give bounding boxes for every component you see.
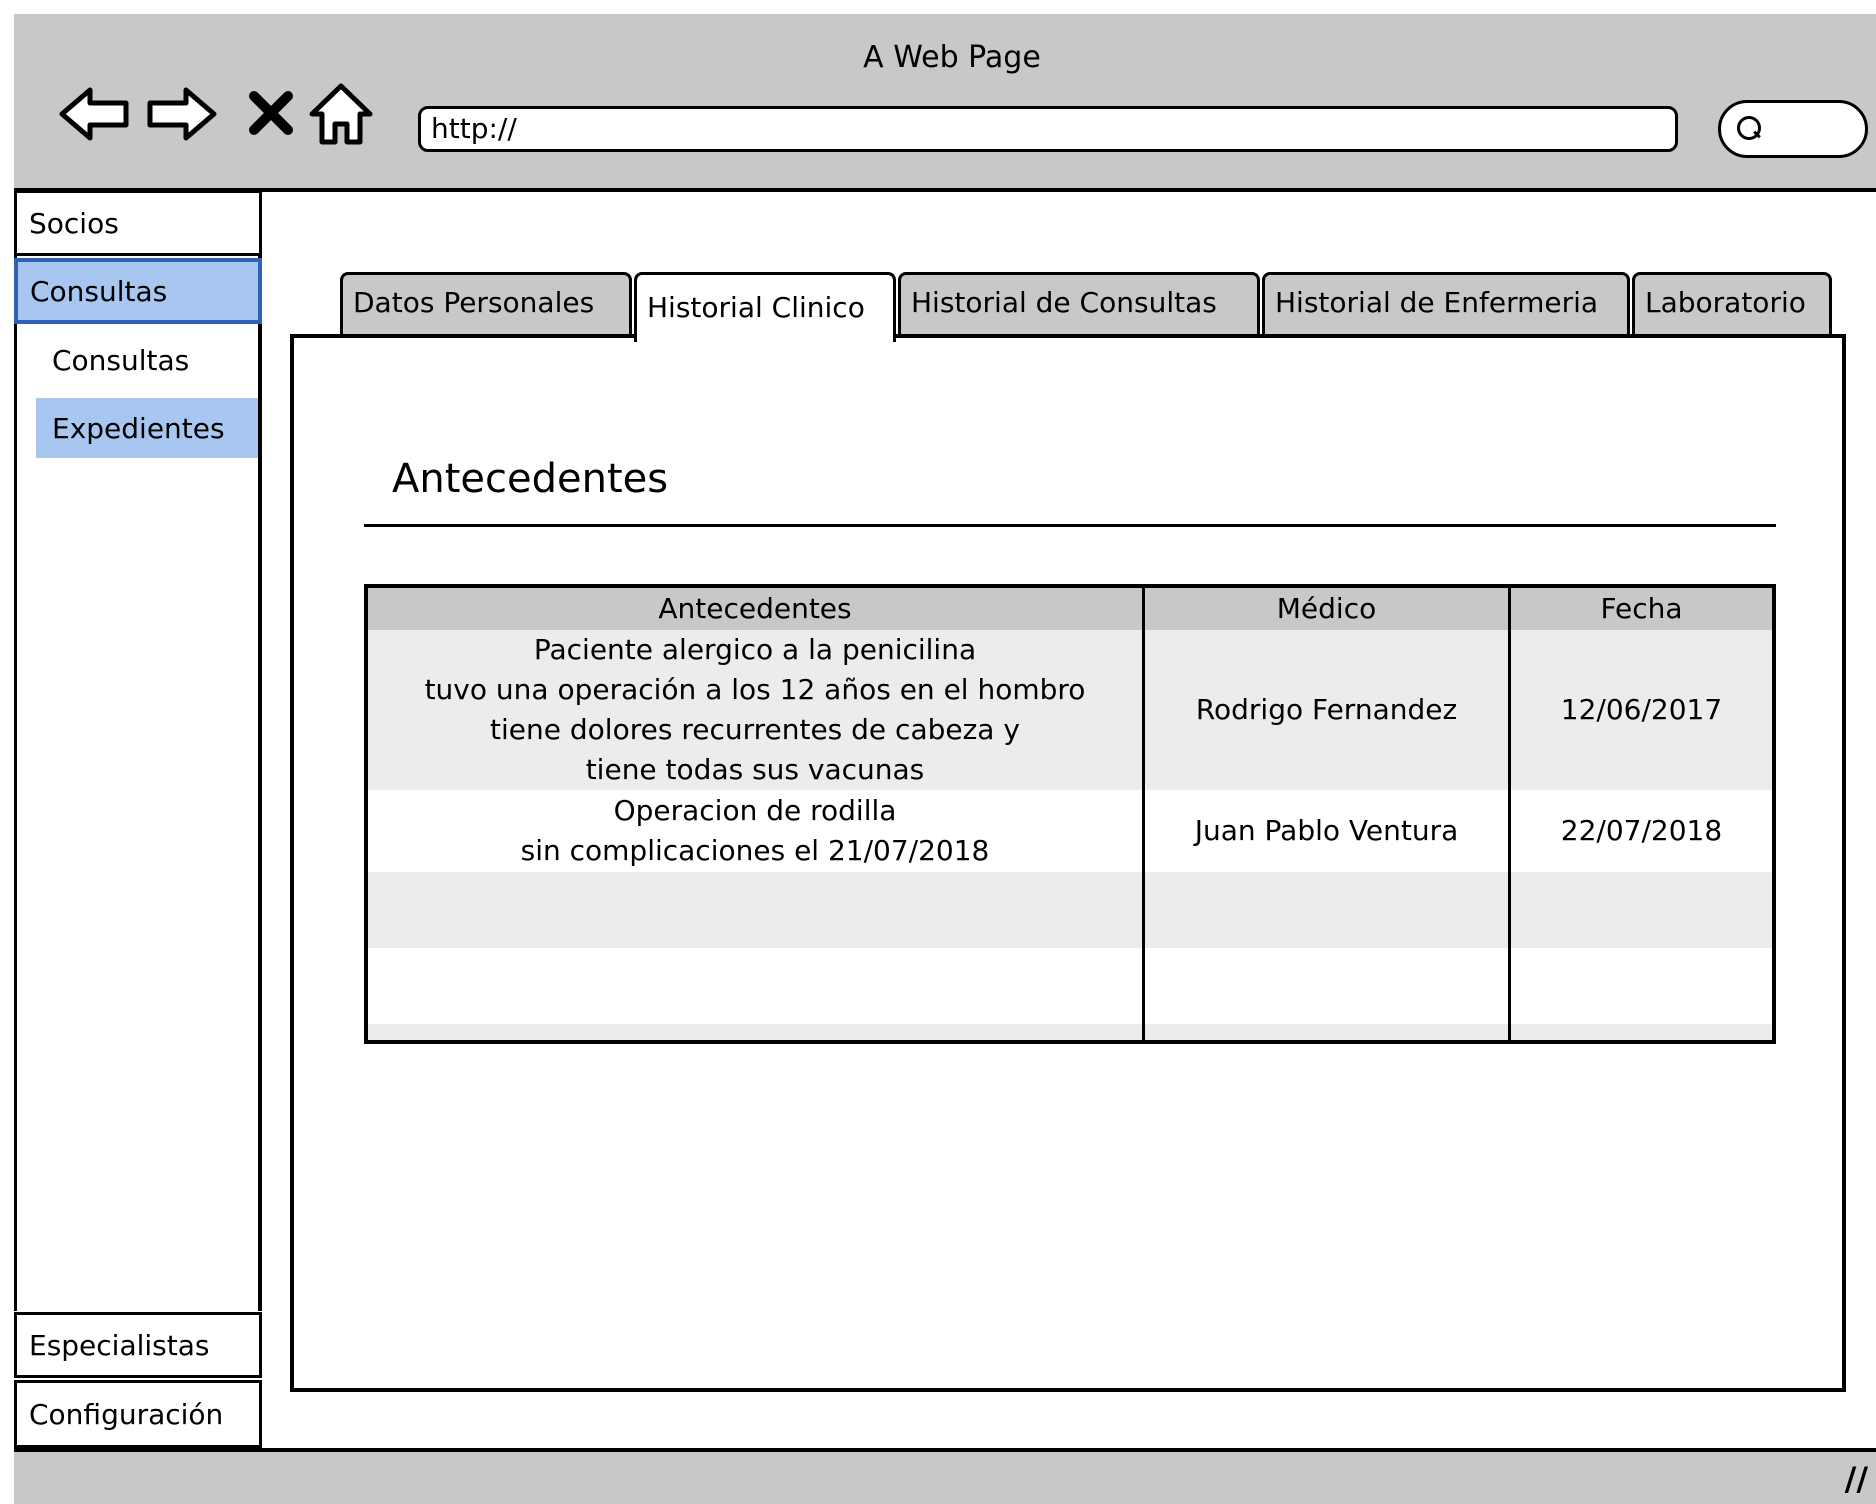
- column-divider: [1142, 588, 1145, 1040]
- cell-antecedentes: [368, 872, 1142, 948]
- table-row[interactable]: [368, 872, 1772, 948]
- url-input[interactable]: http://: [418, 106, 1678, 152]
- cell-medico: Rodrigo Fernandez: [1195, 693, 1458, 726]
- close-icon[interactable]: [246, 88, 296, 138]
- table-row[interactable]: Paciente alergico a la penicilina tuvo u…: [368, 630, 1772, 790]
- sidebar-item-label: Socios: [29, 206, 119, 240]
- window-title: A Web Page: [863, 40, 1041, 75]
- sidebar-subitem-label: Expedientes: [52, 411, 225, 445]
- search-icon: [1737, 116, 1761, 140]
- sidebar-item-label: Consultas: [30, 274, 168, 308]
- sidebar-item-socios[interactable]: Socios: [14, 190, 262, 256]
- tab-label: Datos Personales: [353, 286, 595, 319]
- sidebar-item-especialistas[interactable]: Especialistas: [14, 1312, 262, 1378]
- sidebar-item-consultas[interactable]: Consultas: [14, 258, 262, 324]
- cell-antecedentes: Operacion de rodilla sin complicaciones …: [520, 794, 990, 867]
- tab-datos-personales[interactable]: Datos Personales: [340, 272, 632, 334]
- cell-fecha: 12/06/2017: [1560, 693, 1723, 726]
- tab-label: Historial de Enfermeria: [1275, 286, 1599, 319]
- table-row[interactable]: [368, 948, 1772, 1024]
- status-bar: //: [14, 1448, 1876, 1504]
- resize-grip-icon[interactable]: //: [1845, 1460, 1868, 1498]
- section-divider: [364, 524, 1776, 527]
- antecedentes-table[interactable]: Antecedentes Médico Fecha Paciente alerg…: [364, 584, 1776, 1044]
- tab-label: Laboratorio: [1645, 286, 1806, 319]
- tab-historial-de-consultas[interactable]: Historial de Consultas: [898, 272, 1260, 334]
- cell-medico: [1145, 872, 1508, 948]
- cell-medico: Juan Pablo Ventura: [1194, 814, 1459, 847]
- table-row[interactable]: Operacion de rodilla sin complicaciones …: [368, 790, 1772, 872]
- column-header-fecha[interactable]: Fecha: [1511, 588, 1772, 630]
- cell-fecha: [1511, 948, 1772, 1024]
- tab-label: Historial de Consultas: [911, 286, 1217, 319]
- sidebar-subitem-expedientes[interactable]: Expedientes: [36, 398, 258, 458]
- cell-antecedentes: [368, 948, 1142, 1024]
- cell-medico: [1145, 948, 1508, 1024]
- back-arrow-icon[interactable]: [54, 84, 134, 144]
- column-header-medico[interactable]: Médico: [1145, 588, 1508, 630]
- tab-laboratorio[interactable]: Laboratorio: [1632, 272, 1832, 334]
- cell-fecha: 22/07/2018: [1560, 814, 1723, 847]
- column-header-antecedentes[interactable]: Antecedentes: [368, 588, 1142, 630]
- cell-fecha: [1511, 872, 1772, 948]
- forward-arrow-icon[interactable]: [142, 84, 222, 144]
- tab-historial-clinico[interactable]: Historial Clinico: [634, 272, 896, 342]
- table-row-spacer: [368, 1024, 1772, 1040]
- sidebar-item-label: Especialistas: [29, 1328, 210, 1362]
- column-divider: [1508, 588, 1511, 1040]
- home-icon[interactable]: [306, 80, 376, 150]
- search-input[interactable]: [1718, 100, 1868, 158]
- sidebar-subitem-consultas[interactable]: Consultas: [36, 330, 258, 390]
- sidebar-item-configuracion[interactable]: Configuración: [14, 1380, 262, 1448]
- sidebar-subitem-label: Consultas: [52, 343, 190, 377]
- sidebar-item-label: Configuración: [29, 1397, 224, 1431]
- cell-antecedentes: Paciente alergico a la penicilina tuvo u…: [424, 633, 1086, 786]
- tab-label: Historial Clinico: [647, 291, 865, 324]
- tab-historial-de-enfermeria[interactable]: Historial de Enfermeria: [1262, 272, 1630, 334]
- section-title: Antecedentes: [392, 456, 669, 502]
- browser-titlebar: A Web Page http://: [14, 14, 1876, 192]
